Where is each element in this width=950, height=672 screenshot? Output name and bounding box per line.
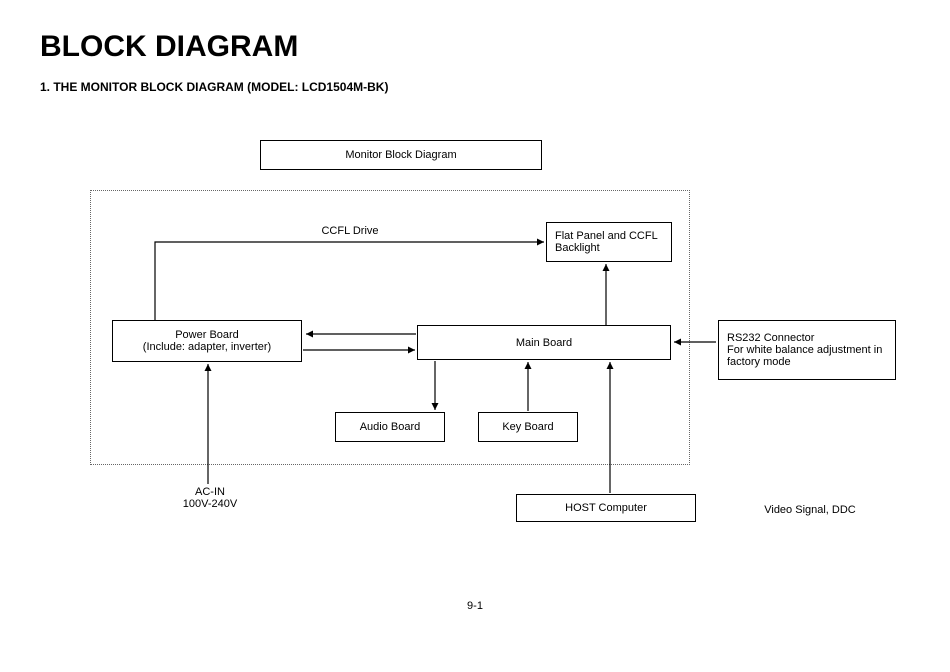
block-flat-panel: Flat Panel and CCFL Backlight [546,222,672,262]
block-key-board: Key Board [478,412,578,442]
block-diagram-title: Monitor Block Diagram [260,140,542,170]
label-video-signal: Video Signal, DDC [740,504,880,516]
block-power-board-line2: (Include: adapter, inverter) [143,341,271,353]
label-ccfl-drive: CCFL Drive [300,225,400,237]
page-number: 9-1 [0,600,950,612]
block-main-board: Main Board [417,325,671,360]
block-rs232: RS232 Connector For white balance adjust… [718,320,896,380]
label-ac-in-line1: AC-IN [160,486,260,498]
label-ac-in: AC-IN 100V-240V [160,486,260,510]
block-audio-board-text: Audio Board [360,421,421,433]
block-power-board-line1: Power Board [175,329,239,341]
block-host-computer-text: HOST Computer [565,502,647,514]
label-ac-in-line2: 100V-240V [160,498,260,510]
block-audio-board: Audio Board [335,412,445,442]
block-power-board: Power Board (Include: adapter, inverter) [112,320,302,362]
diagram-area: BLOCK DIAGRAM 1. THE MONITOR BLOCK DIAGR… [0,0,950,672]
page-subtitle: 1. THE MONITOR BLOCK DIAGRAM (MODEL: LCD… [40,80,388,94]
block-key-board-text: Key Board [502,421,553,433]
block-diagram-title-text: Monitor Block Diagram [345,149,456,161]
block-flat-panel-line2: Backlight [555,242,658,254]
block-flat-panel-line1: Flat Panel and CCFL [555,230,658,242]
block-main-board-text: Main Board [516,337,572,349]
block-rs232-line2: For white balance adjustment in [727,344,882,356]
block-rs232-line3: factory mode [727,356,882,368]
block-host-computer: HOST Computer [516,494,696,522]
page-title: BLOCK DIAGRAM [40,30,298,64]
block-rs232-line1: RS232 Connector [727,332,882,344]
